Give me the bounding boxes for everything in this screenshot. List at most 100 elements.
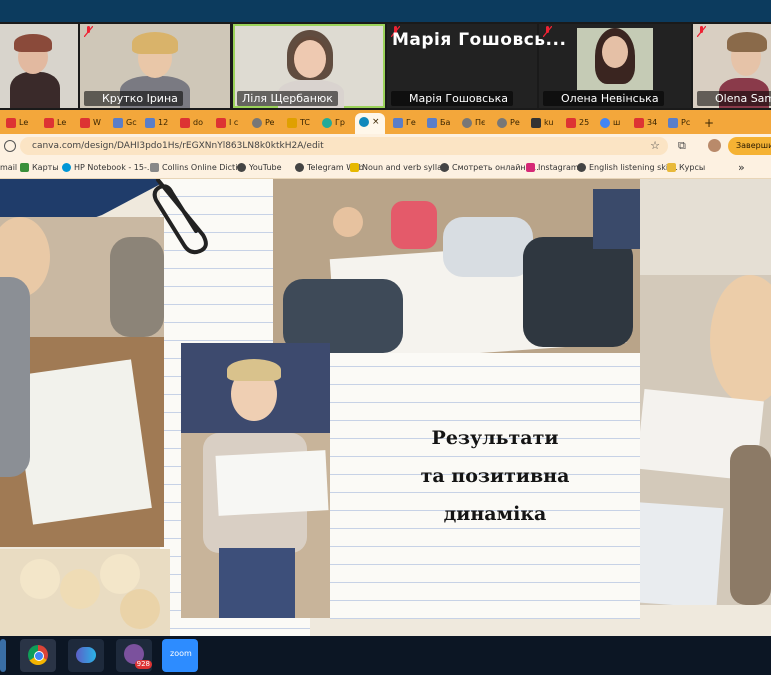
browser-tab[interactable]: Gc <box>113 114 137 132</box>
photo-top <box>273 179 640 353</box>
zoom-top-bar <box>0 0 771 22</box>
instagram-icon <box>526 163 535 172</box>
canva-slide: Результати та позитивна динаміка <box>0 179 771 636</box>
browser-tab[interactable]: Le <box>44 114 66 132</box>
taskbar-app-icon[interactable] <box>0 639 6 672</box>
bookmark-star-icon[interactable]: ☆ <box>650 137 660 155</box>
globe-icon <box>497 117 507 128</box>
pdf-icon <box>80 117 90 128</box>
address-bar-row: canva.com/design/DAHI3pdo1Hs/rEGXNnYl863… <box>0 134 771 158</box>
page-icon <box>150 163 159 172</box>
browser-tab[interactable]: ш <box>600 114 620 132</box>
globe-icon <box>577 163 586 172</box>
browser-tab[interactable]: Пє <box>462 114 485 132</box>
photo-right <box>640 275 771 605</box>
browser-tab[interactable]: TC <box>287 114 310 132</box>
participant-name: Крутко Ірина <box>84 91 183 106</box>
globe-icon <box>322 117 332 128</box>
maps-icon <box>20 163 29 172</box>
photo-left <box>0 217 164 547</box>
chrome-icon[interactable] <box>20 639 56 672</box>
participant-big-name: Марія Гошовсь... <box>392 30 567 50</box>
participant-name: Марія Гошовська <box>391 91 514 106</box>
globe-icon <box>440 163 449 172</box>
photo-middle <box>181 343 330 618</box>
windows-taskbar: 928 zoom <box>0 636 771 675</box>
page-icon <box>113 117 123 128</box>
folder-icon <box>667 163 676 172</box>
url-input[interactable]: canva.com/design/DAHI3pdo1Hs/rEGXNnYl863… <box>20 137 668 155</box>
google-icon <box>600 117 610 128</box>
participant-tile-3[interactable]: Ліля Щербанюк <box>233 24 385 108</box>
telegram-icon <box>295 163 304 172</box>
bookmarks-more-button[interactable]: » <box>738 161 745 175</box>
browser-tab-bar: Le Le W Gc 12 do I c Pe TC Гр × Ге Ба Пє… <box>0 110 771 134</box>
participant-tile-6[interactable]: Olena Sam <box>693 24 771 108</box>
bookmark-item[interactable]: English listening skil... <box>577 161 678 175</box>
mic-muted-icon <box>697 26 706 37</box>
bookmark-item[interactable]: Noun and verb sylla... <box>350 161 450 175</box>
viber-icon[interactable]: 928 <box>116 639 152 672</box>
participant-name: Олена Невінська <box>543 91 664 106</box>
zoom-icon[interactable]: zoom <box>162 639 198 672</box>
title-line: Результати <box>431 427 559 449</box>
notification-badge: 928 <box>134 660 152 669</box>
bookmark-item[interactable]: Карты <box>20 161 59 175</box>
browser-tab[interactable]: Ре <box>497 114 520 132</box>
browser-tab[interactable]: I c <box>216 114 238 132</box>
page-icon <box>668 117 678 128</box>
profile-avatar[interactable] <box>708 139 721 152</box>
page-icon <box>145 117 155 128</box>
browser-tab[interactable]: W <box>80 114 101 132</box>
pdf-icon <box>6 117 16 128</box>
pdf-icon <box>566 117 576 128</box>
mic-muted-icon <box>84 26 93 37</box>
browser-tab[interactable]: Pc <box>668 114 690 132</box>
title-line: динаміка <box>443 503 547 525</box>
browser-tab-active[interactable]: × <box>355 113 385 134</box>
browser-tab[interactable]: Pe <box>252 114 274 132</box>
slide-title: Результати та позитивна динаміка <box>380 419 610 533</box>
browser-tab[interactable]: Ба <box>427 114 450 132</box>
page-icon <box>350 163 359 172</box>
participant-tile-2[interactable]: Крутко Ірина <box>80 24 230 108</box>
bookmark-item[interactable]: YouTube <box>237 161 282 175</box>
teams-icon[interactable] <box>68 639 104 672</box>
bookmark-item[interactable]: mail <box>0 161 17 175</box>
browser-tab[interactable]: do <box>180 114 203 132</box>
finish-update-button[interactable]: Завершити <box>728 137 771 155</box>
browser-tab[interactable]: ku <box>531 114 553 132</box>
browser-tab[interactable]: Ге <box>393 114 416 132</box>
decor-newsprint <box>640 179 771 279</box>
decor-flowers <box>0 549 170 636</box>
pdf-icon <box>44 117 54 128</box>
pdf-icon <box>634 117 644 128</box>
bookmark-item[interactable]: Collins Online Dicti... <box>150 161 245 175</box>
bookmark-item[interactable]: Смотреть онлайн -... <box>440 161 539 175</box>
browser-tab[interactable]: 25 <box>566 114 589 132</box>
youtube-icon <box>237 163 246 172</box>
title-line: та позитивна <box>420 465 570 487</box>
extensions-icon[interactable]: ⧉ <box>678 139 686 153</box>
close-icon[interactable]: × <box>372 117 380 127</box>
page-icon <box>531 117 541 128</box>
site-info-icon[interactable] <box>4 140 16 152</box>
browser-tab[interactable]: Le <box>6 114 28 132</box>
pdf-icon <box>180 117 190 128</box>
browser-tab[interactable]: 12 <box>145 114 168 132</box>
new-tab-button[interactable]: + <box>704 114 714 132</box>
bookmark-item[interactable]: Курсы <box>667 161 705 175</box>
browser-tab[interactable]: 34 <box>634 114 657 132</box>
participant-tile-1[interactable] <box>0 24 78 108</box>
page-icon <box>427 117 437 128</box>
hp-icon <box>62 163 71 172</box>
globe-icon <box>252 117 262 128</box>
bookmark-item[interactable]: HP Notebook - 15-... <box>62 161 155 175</box>
bookmark-item[interactable]: Instagram <box>526 161 579 175</box>
participant-name: Olena Sam <box>697 91 771 106</box>
browser-tab[interactable]: Гр <box>322 114 345 132</box>
zoom-label: zoom <box>170 649 192 658</box>
page-icon <box>393 117 403 128</box>
participant-name: Ліля Щербанюк <box>237 91 338 106</box>
canva-icon <box>359 116 369 127</box>
